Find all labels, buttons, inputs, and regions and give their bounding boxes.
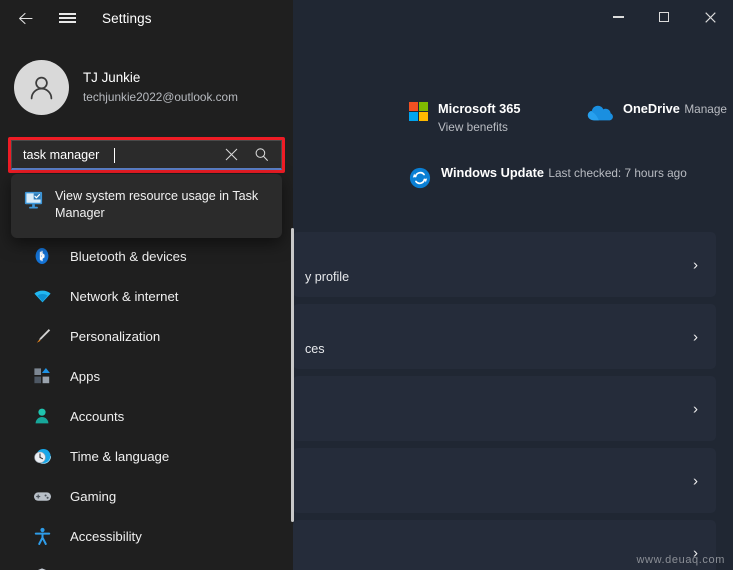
search-highlight-box <box>8 137 285 173</box>
account-person-icon <box>32 406 52 426</box>
settings-card[interactable]: ces › <box>293 304 716 369</box>
windows-update-title: Windows Update <box>441 165 544 180</box>
wifi-icon <box>32 286 52 306</box>
minimize-icon <box>612 16 624 18</box>
text-caret <box>114 148 115 163</box>
settings-cards-list: y profile › ces › › › › <box>293 232 733 570</box>
sidebar-item-network-internet[interactable]: Network & internet <box>6 276 283 316</box>
search-submit-button[interactable] <box>246 141 276 169</box>
settings-card[interactable]: y profile › <box>293 232 716 297</box>
clock-globe-icon <box>32 446 52 466</box>
close-button[interactable] <box>687 0 733 34</box>
monitor-task-manager-icon <box>24 191 43 209</box>
sidebar-item-partial[interactable] <box>6 556 283 570</box>
page-title: Settings <box>102 10 152 26</box>
microsoft-logo-icon <box>409 102 428 121</box>
sidebar-item-label: Personalization <box>70 328 161 344</box>
privacy-shield-icon <box>32 566 52 570</box>
main-content: Microsoft 365 View benefits OneDrive Man… <box>293 36 733 570</box>
sidebar-item-label: Apps <box>70 368 101 384</box>
chevron-right-icon: › <box>693 400 698 417</box>
settings-card-label: y profile <box>305 270 350 284</box>
onedrive-cloud-icon <box>587 105 613 121</box>
sidebar-item-label: Accessibility <box>70 528 142 544</box>
sidebar-item-label: Bluetooth & devices <box>70 248 187 264</box>
search-area <box>8 137 285 173</box>
site-watermark: www.deuaq.com <box>636 554 725 566</box>
sidebar-item-personalization[interactable]: Personalization <box>6 316 283 356</box>
settings-card-label: ces <box>305 342 325 356</box>
gamepad-icon <box>32 486 52 506</box>
profile-email: techjunkie2022@outlook.com <box>83 89 238 104</box>
onedrive-subtitle: Manage <box>684 102 727 116</box>
minimize-button[interactable] <box>595 0 641 34</box>
settings-card[interactable]: › <box>293 376 716 441</box>
bluetooth-icon <box>32 246 52 266</box>
profile-name: TJ Junkie <box>83 69 141 85</box>
sidebar-item-bluetooth-devices[interactable]: Bluetooth & devices <box>6 236 283 276</box>
sidebar-nav-list: Bluetooth & devices Network & internet P… <box>0 236 289 570</box>
close-x-icon <box>225 148 237 161</box>
windows-update-sync-icon <box>409 167 431 189</box>
window-controls <box>595 0 733 36</box>
sidebar-item-accessibility[interactable]: Accessibility <box>6 516 283 556</box>
maximize-button[interactable] <box>641 0 687 34</box>
content-scrollbar[interactable] <box>291 228 294 522</box>
settings-card[interactable]: › <box>293 448 716 513</box>
title-bar: Settings <box>0 0 733 36</box>
menu-button[interactable] <box>50 3 84 33</box>
sidebar-item-label: Gaming <box>70 488 117 504</box>
back-button[interactable] <box>8 3 42 33</box>
clear-search-button[interactable] <box>216 141 246 169</box>
microsoft-365-subtitle: View benefits <box>438 120 508 134</box>
onedrive-title: OneDrive <box>623 101 680 116</box>
maximize-icon <box>659 12 669 22</box>
windows-update-link[interactable]: Windows Update Last checked: 7 hours ago <box>409 164 687 189</box>
paintbrush-icon <box>32 326 52 346</box>
apps-grid-icon <box>32 366 52 386</box>
onedrive-link[interactable]: OneDrive Manage <box>587 100 733 136</box>
close-icon <box>704 11 716 23</box>
accessibility-person-icon <box>32 526 52 546</box>
suggestion-item[interactable]: View system resource usage in Task Manag… <box>11 180 282 232</box>
search-box[interactable] <box>11 140 282 170</box>
windows-update-subtitle: Last checked: 7 hours ago <box>548 166 687 180</box>
microsoft-365-link[interactable]: Microsoft 365 View benefits <box>409 100 587 136</box>
suggestion-label: View system resource usage in Task Manag… <box>55 189 259 220</box>
sidebar-item-accounts[interactable]: Accounts <box>6 396 283 436</box>
search-suggestions-dropdown: View system resource usage in Task Manag… <box>11 174 282 238</box>
chevron-right-icon: › <box>693 328 698 345</box>
user-profile[interactable]: TJ Junkie techjunkie2022@outlook.com <box>0 50 293 124</box>
microsoft-365-title: Microsoft 365 <box>438 101 521 116</box>
sidebar-item-label: Network & internet <box>70 288 179 304</box>
title-bar-left-area: Settings <box>0 0 293 36</box>
person-avatar-icon <box>30 76 53 99</box>
avatar <box>14 59 69 115</box>
sidebar: TJ Junkie techjunkie2022@outlook.com tas… <box>0 36 293 570</box>
sidebar-item-apps[interactable]: Apps <box>6 356 283 396</box>
quick-links-row: Microsoft 365 View benefits OneDrive Man… <box>409 100 733 136</box>
hamburger-menu-icon <box>58 10 76 25</box>
sidebar-item-label: Time & language <box>70 448 170 464</box>
sidebar-item-gaming[interactable]: Gaming <box>6 476 283 516</box>
settings-window: Settings Microsoft 365 View benefits One… <box>0 0 733 570</box>
chevron-right-icon: › <box>693 256 698 273</box>
sidebar-item-label: Accounts <box>70 408 125 424</box>
back-arrow-icon <box>18 12 33 24</box>
search-magnifier-icon <box>255 148 268 161</box>
chevron-right-icon: › <box>693 472 698 489</box>
sidebar-item-time-language[interactable]: Time & language <box>6 436 283 476</box>
